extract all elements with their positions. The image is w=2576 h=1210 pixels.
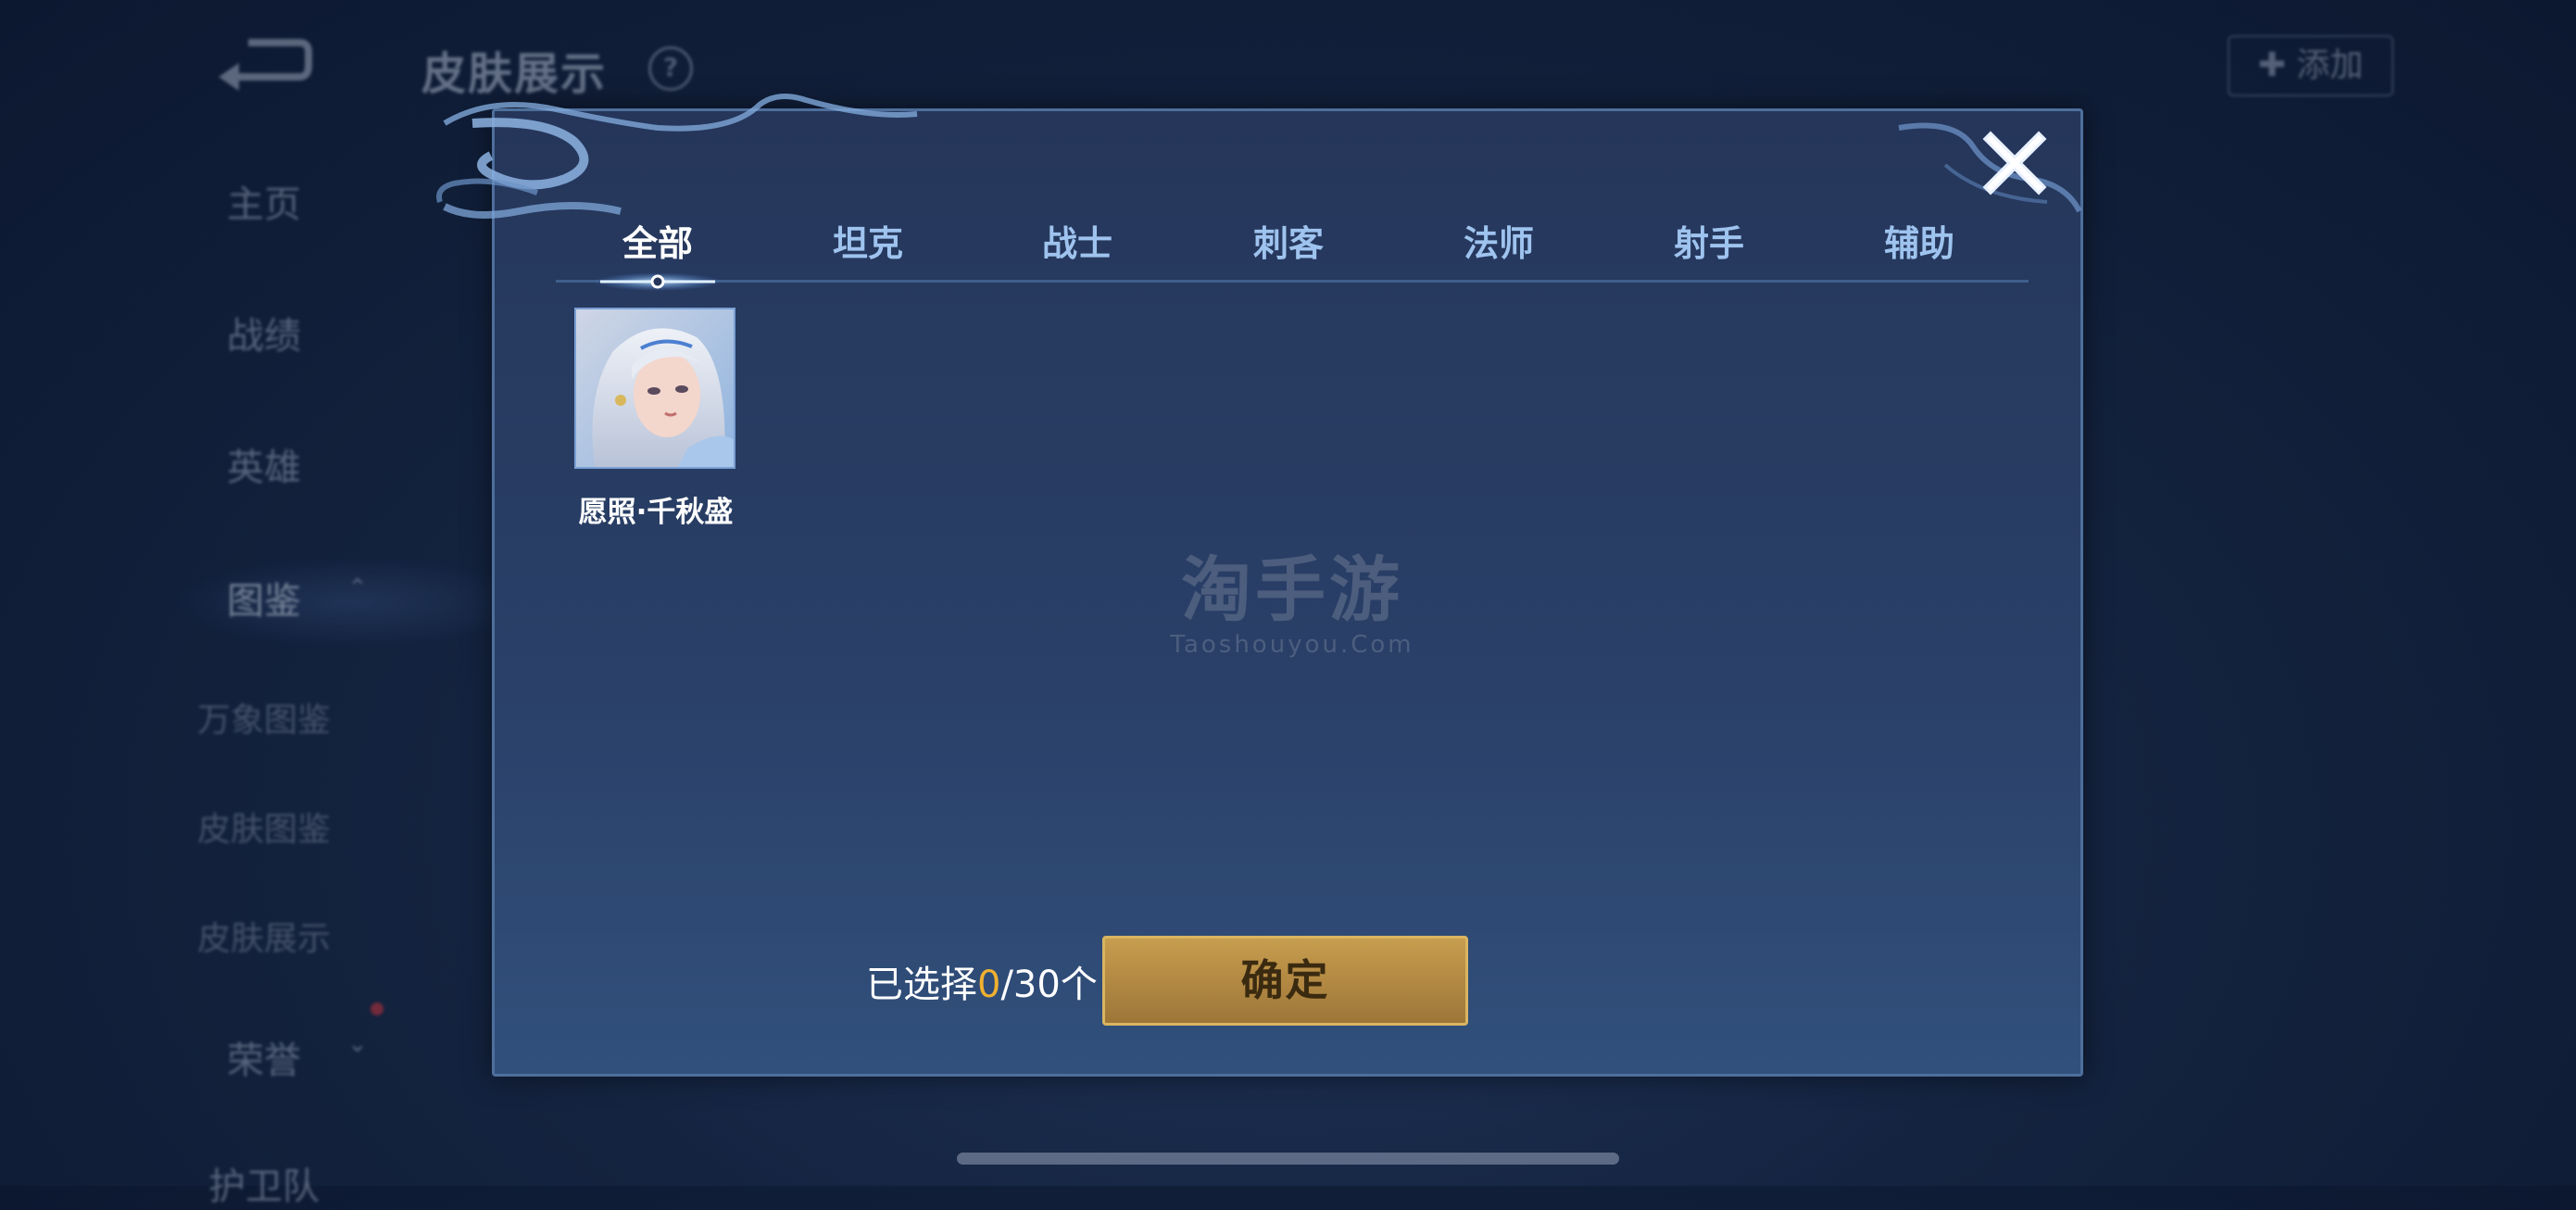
notification-dot xyxy=(371,1002,383,1015)
cloud-ornament-icon xyxy=(436,94,918,219)
confirm-button[interactable]: 确定 xyxy=(1102,936,1468,1026)
sidebar-item-skin-collection[interactable]: 皮肤图鉴 xyxy=(130,802,398,851)
tab-divider xyxy=(556,280,2029,283)
chevron-up-icon: ⌃ xyxy=(347,574,368,602)
skin-portrait[interactable] xyxy=(574,308,735,469)
tab-mage[interactable]: 法师 xyxy=(1425,215,1573,266)
hero-portrait-icon xyxy=(576,309,734,467)
chevron-down-icon: ⌄ xyxy=(347,1030,368,1058)
tab-warrior[interactable]: 战士 xyxy=(1003,215,1151,266)
sidebar-item-records[interactable]: 战绩 xyxy=(130,306,398,359)
watermark-en: Taoshouyou.Com xyxy=(1170,631,1414,659)
sidebar-item-guard[interactable]: 护卫队 xyxy=(130,1156,398,1210)
skin-name: 愿照·千秋盛 xyxy=(578,496,734,529)
sidebar-item-skin-display[interactable]: 皮肤展示 xyxy=(130,912,398,960)
selection-counter: 已选择0/30个 xyxy=(866,954,1098,1008)
tab-support[interactable]: 辅助 xyxy=(1845,215,1993,266)
selection-suffix: /30个 xyxy=(1000,964,1098,1006)
help-icon[interactable]: ? xyxy=(648,46,693,91)
sidebar-item-home[interactable]: 主页 xyxy=(130,174,398,228)
sidebar: 主页 战绩 英雄 图鉴 ⌃ 万象图鉴 皮肤图鉴 皮肤展示 荣誉 ⌄ 护卫队 xyxy=(130,0,537,1208)
tab-all[interactable]: 全部 xyxy=(584,215,732,266)
selection-prefix: 已选择 xyxy=(866,964,977,1006)
tab-tank[interactable]: 坦克 xyxy=(794,215,942,266)
sidebar-item-heroes[interactable]: 英雄 xyxy=(130,437,398,491)
tab-assassin[interactable]: 刺客 xyxy=(1214,215,1363,266)
selection-count: 0 xyxy=(977,964,1001,1006)
home-indicator[interactable] xyxy=(957,1153,1619,1165)
tab-marksman[interactable]: 射手 xyxy=(1635,215,1783,266)
sidebar-item-wanxiang[interactable]: 万象图鉴 xyxy=(130,693,398,741)
close-icon[interactable] xyxy=(1978,126,2052,200)
role-tabs: 全部 坦克 战士 刺客 法师 射手 辅助 xyxy=(556,215,2029,280)
tab-active-indicator xyxy=(593,272,723,291)
watermark: 淘手游 Taoshouyou.Com xyxy=(1162,533,1422,659)
add-button[interactable]: ✚ 添加 xyxy=(2228,35,2394,96)
watermark-cn: 淘手游 xyxy=(1181,548,1403,631)
